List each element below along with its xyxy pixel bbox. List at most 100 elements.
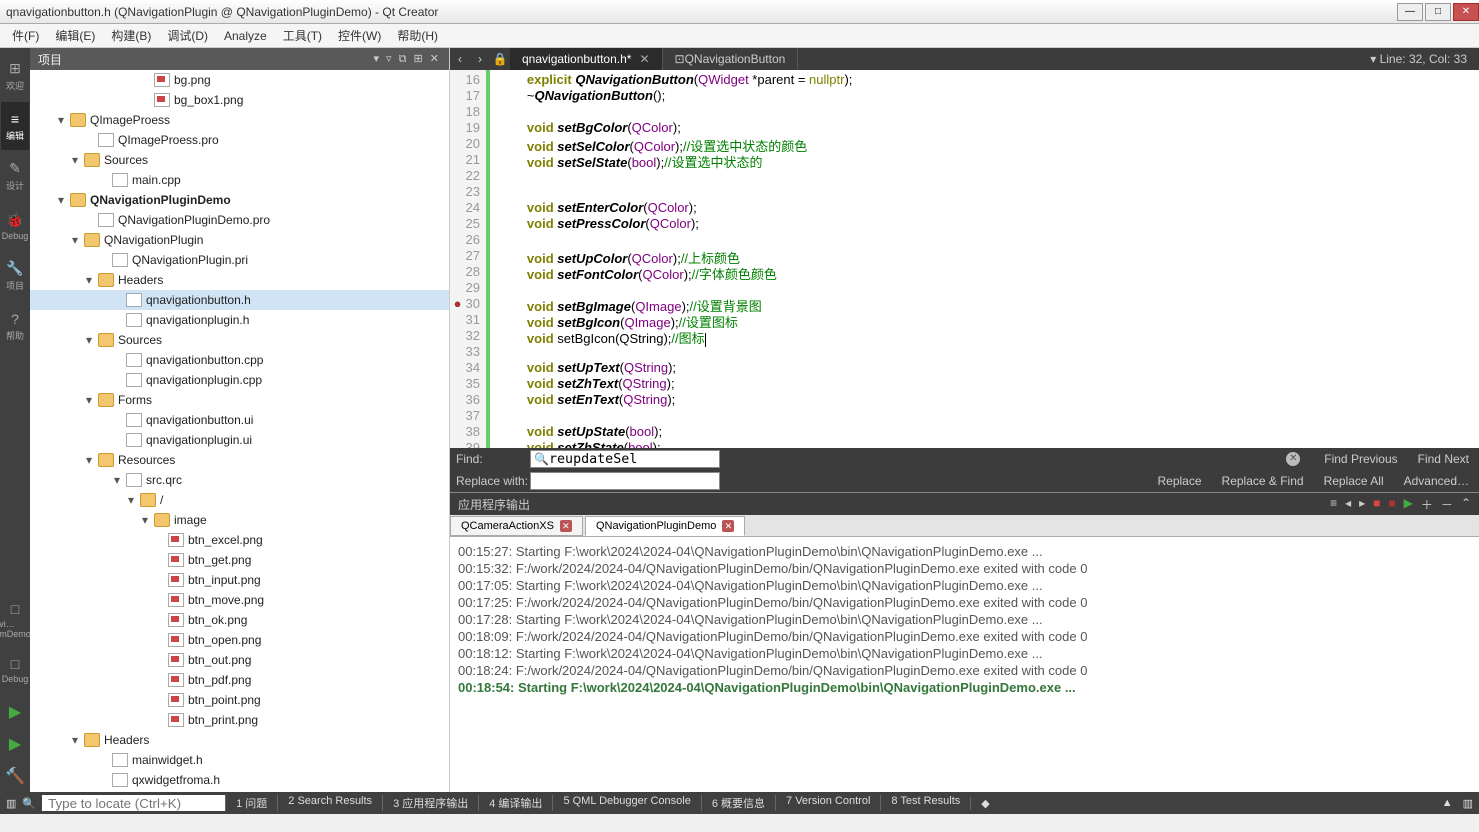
- mode-帮助[interactable]: ?帮助: [1, 302, 29, 350]
- nav-forward-button[interactable]: ›: [470, 52, 490, 66]
- nav-back-button[interactable]: ‹: [450, 52, 470, 66]
- tree-node-btn_ok.png[interactable]: btn_ok.png: [30, 610, 449, 630]
- status-item[interactable]: 5 QML Debugger Console: [552, 795, 700, 811]
- status-item[interactable]: 1 问题: [225, 795, 277, 811]
- tree-node-mainwidget.h[interactable]: mainwidget.h: [30, 750, 449, 770]
- build-button[interactable]: 🔨: [1, 762, 29, 790]
- stop2-icon[interactable]: ■: [1388, 496, 1395, 513]
- run-icon[interactable]: ▶: [1404, 496, 1413, 513]
- mode-Debug[interactable]: 🐞Debug: [1, 202, 29, 250]
- menu-工具(T)[interactable]: 工具(T): [275, 25, 330, 46]
- menu-帮助(H)[interactable]: 帮助(H): [389, 25, 446, 46]
- tree-node-src.qrc[interactable]: ▾src.qrc: [30, 470, 449, 490]
- status-item[interactable]: 7 Version Control: [775, 795, 880, 811]
- tree-node-bg_box1.png[interactable]: bg_box1.png: [30, 90, 449, 110]
- output-tool-icon[interactable]: ≡: [1330, 496, 1337, 513]
- tree-node-main.cpp[interactable]: main.cpp: [30, 170, 449, 190]
- tree-node-btn_pdf.png[interactable]: btn_pdf.png: [30, 670, 449, 690]
- maximize-button[interactable]: □: [1425, 3, 1451, 21]
- toggle-sidebar-icon[interactable]: ▥: [0, 797, 22, 810]
- find-next-button[interactable]: Find Next: [1408, 452, 1479, 466]
- mode-项目[interactable]: 🔧项目: [1, 252, 29, 300]
- kit-vi…mDemo[interactable]: □vi…mDemo: [1, 596, 29, 644]
- tree-node-QNavigationPlugin.pri[interactable]: QNavigationPlugin.pri: [30, 250, 449, 270]
- tree-node-qxwidgetfroma.h[interactable]: qxwidgetfroma.h: [30, 770, 449, 790]
- menu-件(F)[interactable]: 件(F): [4, 25, 47, 46]
- output-tab-QNavigationPluginDemo[interactable]: QNavigationPluginDemo✕: [585, 516, 745, 536]
- tree-node-btn_open.png[interactable]: btn_open.png: [30, 630, 449, 650]
- close-button[interactable]: ✕: [1453, 3, 1479, 21]
- status-item[interactable]: 3 应用程序输出: [382, 795, 478, 811]
- remove-icon[interactable]: －: [1441, 496, 1453, 513]
- status-item[interactable]: 4 编译输出: [478, 795, 552, 811]
- tree-node-QNavigationPluginDemo.pro[interactable]: QNavigationPluginDemo.pro: [30, 210, 449, 230]
- progress-up-icon[interactable]: ▲: [1442, 797, 1453, 810]
- mode-编辑[interactable]: ≡编辑: [1, 102, 29, 150]
- editor-tab-qnavigationbutton.h*[interactable]: qnavigationbutton.h*✕: [510, 48, 663, 70]
- tree-node-btn_excel.png[interactable]: btn_excel.png: [30, 530, 449, 550]
- status-more-icon[interactable]: ◆: [970, 797, 999, 810]
- tree-node-qnavigationplugin.ui[interactable]: qnavigationplugin.ui: [30, 430, 449, 450]
- replace-input[interactable]: [530, 472, 720, 490]
- tree-node-QNavigationPluginDemo[interactable]: ▾QNavigationPluginDemo: [30, 190, 449, 210]
- tree-node-bg.png[interactable]: bg.png: [30, 70, 449, 90]
- tree-node-btn_get.png[interactable]: btn_get.png: [30, 550, 449, 570]
- panel-toolbar[interactable]: ▾ ▿ ⧉ ⊞ ✕: [373, 52, 441, 66]
- code-area[interactable]: explicit QNavigationButton(QWidget *pare…: [490, 70, 1479, 448]
- menu-Analyze[interactable]: Analyze: [216, 27, 275, 45]
- close-icon[interactable]: ✕: [639, 52, 649, 66]
- tree-node-btn_move.png[interactable]: btn_move.png: [30, 590, 449, 610]
- find-input[interactable]: [530, 450, 720, 468]
- tree-node-/[interactable]: ▾/: [30, 490, 449, 510]
- replace-find-button[interactable]: Replace & Find: [1212, 474, 1314, 488]
- status-item[interactable]: 2 Search Results: [277, 795, 382, 811]
- expand-icon[interactable]: ⌃: [1461, 496, 1471, 513]
- tree-node-Forms[interactable]: ▾Forms: [30, 390, 449, 410]
- tree-node-qnavigationplugin.h[interactable]: qnavigationplugin.h: [30, 310, 449, 330]
- minimize-button[interactable]: —: [1397, 3, 1423, 21]
- tree-node-QImageProess[interactable]: ▾QImageProess: [30, 110, 449, 130]
- tree-node-Headers[interactable]: ▾Headers: [30, 730, 449, 750]
- tree-node-Headers[interactable]: ▾Headers: [30, 270, 449, 290]
- locator-input[interactable]: [42, 795, 225, 811]
- mode-欢迎[interactable]: ⊞欢迎: [1, 52, 29, 100]
- tree-node-qnavigationbutton.ui[interactable]: qnavigationbutton.ui: [30, 410, 449, 430]
- editor-tab-QNavigationButton[interactable]: ⊡ QNavigationButton: [663, 48, 799, 70]
- menu-调试(D)[interactable]: 调试(D): [159, 25, 216, 46]
- status-item[interactable]: 8 Test Results: [880, 795, 970, 811]
- tree-node-qnavigationbutton.h[interactable]: qnavigationbutton.h: [30, 290, 449, 310]
- code-editor[interactable]: 1617181920212223242526272829303132333435…: [450, 70, 1479, 448]
- tree-node-QImageProess.pro[interactable]: QImageProess.pro: [30, 130, 449, 150]
- find-prev-button[interactable]: Find Previous: [1314, 452, 1407, 466]
- close-icon[interactable]: ✕: [722, 520, 734, 532]
- menu-编辑(E)[interactable]: 编辑(E): [47, 25, 103, 46]
- tree-node-btn_input.png[interactable]: btn_input.png: [30, 570, 449, 590]
- tree-node-btn_point.png[interactable]: btn_point.png: [30, 690, 449, 710]
- tree-node-image[interactable]: ▾image: [30, 510, 449, 530]
- stop-icon[interactable]: ■: [1373, 496, 1380, 513]
- tree-node-btn_out.png[interactable]: btn_out.png: [30, 650, 449, 670]
- clear-icon[interactable]: ✕: [1286, 452, 1300, 466]
- output-forward-icon[interactable]: ▸: [1359, 496, 1365, 513]
- tree-node-qnavigationplugin.cpp[interactable]: qnavigationplugin.cpp: [30, 370, 449, 390]
- debug-run-button[interactable]: ▶: [1, 730, 29, 758]
- tree-node-btn_print.png[interactable]: btn_print.png: [30, 710, 449, 730]
- tree-node-Sources[interactable]: ▾Sources: [30, 150, 449, 170]
- tree-node-Resources[interactable]: ▾Resources: [30, 450, 449, 470]
- menu-构建(B)[interactable]: 构建(B): [103, 25, 159, 46]
- tree-node-QNavigationPlugin[interactable]: ▾QNavigationPlugin: [30, 230, 449, 250]
- project-tree[interactable]: bg.pngbg_box1.png▾QImageProessQImageProe…: [30, 70, 449, 792]
- output-back-icon[interactable]: ◂: [1345, 496, 1351, 513]
- status-item[interactable]: 6 概要信息: [701, 795, 775, 811]
- output-text[interactable]: 00:15:27: Starting F:\work\2024\2024-04\…: [450, 537, 1479, 792]
- progress-toggle-icon[interactable]: ▥: [1463, 797, 1473, 810]
- replace-button[interactable]: Replace: [1148, 474, 1212, 488]
- line-gutter[interactable]: 1617181920212223242526272829303132333435…: [450, 70, 490, 448]
- mode-设计[interactable]: ✎设计: [1, 152, 29, 200]
- run-button[interactable]: ▶: [1, 698, 29, 726]
- kit-Debug[interactable]: □Debug: [1, 646, 29, 694]
- tree-node-qnavigationbutton.cpp[interactable]: qnavigationbutton.cpp: [30, 350, 449, 370]
- tree-node-Sources[interactable]: ▾Sources: [30, 330, 449, 350]
- output-tab-QCameraActionXS[interactable]: QCameraActionXS✕: [450, 516, 583, 536]
- replace-all-button[interactable]: Replace All: [1314, 474, 1394, 488]
